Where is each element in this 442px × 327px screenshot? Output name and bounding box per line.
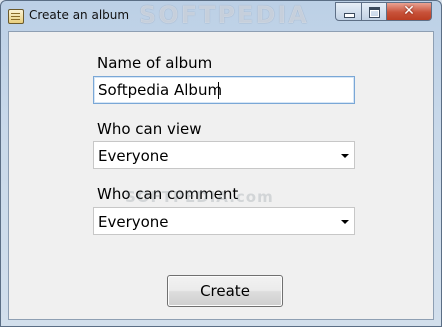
who-can-comment-value: Everyone	[98, 213, 169, 231]
dropdown-arrow-icon	[341, 220, 349, 224]
maximize-button[interactable]	[361, 2, 387, 21]
close-button[interactable]: ✕	[386, 2, 432, 21]
who-can-comment-select[interactable]: Everyone	[93, 207, 355, 235]
album-dialog-window: Create an album SOFTPEDIA ✕ Name of albu…	[0, 0, 442, 327]
who-can-view-select[interactable]: Everyone	[93, 141, 355, 169]
dialog-content: Name of album Softpedia Album Who can vi…	[8, 31, 434, 320]
dropdown-arrow-icon	[341, 154, 349, 158]
window-title: Create an album	[29, 8, 130, 22]
watermark-text: SOFTPEDIA	[139, 1, 309, 29]
close-icon: ✕	[403, 3, 415, 19]
minimize-icon	[344, 13, 355, 18]
album-app-icon	[8, 9, 24, 24]
maximize-icon	[369, 7, 380, 18]
who-can-view-label: Who can view	[97, 120, 202, 138]
minimize-button[interactable]	[335, 2, 362, 21]
text-caret	[218, 82, 219, 99]
album-name-label: Name of album	[97, 54, 213, 72]
create-button[interactable]: Create	[167, 275, 283, 307]
album-name-input[interactable]: Softpedia Album	[93, 76, 355, 104]
who-can-view-value: Everyone	[98, 147, 169, 165]
album-name-value: Softpedia Album	[98, 81, 223, 99]
title-bar[interactable]: Create an album SOFTPEDIA ✕	[1, 1, 441, 31]
softpedia-ghost-watermark: SOFTPEDIA.com	[125, 188, 274, 206]
